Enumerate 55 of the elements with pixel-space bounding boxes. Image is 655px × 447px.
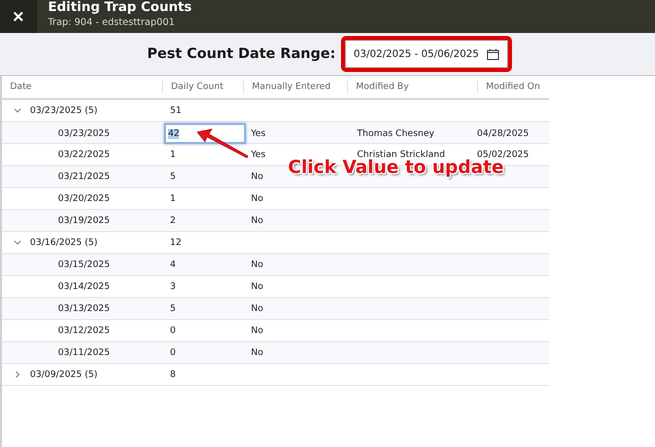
group-date: 03/16/2025 (5) [30, 238, 98, 248]
table-cell: Christian Strickland [357, 150, 446, 160]
count-cell[interactable]: 1 [170, 150, 176, 160]
count-input[interactable]: 42 [164, 123, 246, 144]
group-total: 51 [170, 106, 182, 116]
count-cell[interactable]: 2 [170, 216, 176, 226]
table-cell: No [251, 260, 264, 270]
close-button[interactable]: ✕ [0, 0, 37, 33]
count-cell[interactable]: 5 [170, 304, 176, 314]
table-cell: 03/12/2025 [58, 326, 110, 336]
count-cell[interactable]: 3 [170, 282, 176, 292]
calendar-icon [486, 48, 499, 60]
window-title: Editing Trap Counts [48, 2, 192, 14]
table-cell: 05/02/2025 [477, 150, 529, 160]
table-cell: 03/21/2025 [58, 172, 110, 182]
column-header: Daily Count [162, 81, 243, 93]
count-cell[interactable]: 0 [170, 348, 176, 358]
table-cell: No [251, 216, 264, 226]
table-cell: 03/19/2025 [58, 216, 110, 226]
group-total: 12 [170, 238, 182, 248]
table-cell: 03/13/2025 [58, 304, 110, 314]
table-cell: No [251, 326, 264, 336]
table-cell: No [251, 194, 264, 204]
table-cell: 03/23/2025 [58, 128, 110, 138]
count-cell[interactable]: 1 [170, 194, 176, 204]
column-header: Modified On [477, 81, 549, 93]
chevron-down-icon[interactable] [14, 239, 21, 246]
window-subtitle: Trap: 904 - edstesttrap001 [48, 17, 176, 28]
column-header: Date [9, 81, 33, 93]
group-date: 03/09/2025 (5) [30, 370, 98, 380]
table-cell: No [251, 172, 264, 182]
arrow-drawing [196, 128, 248, 158]
column-header: Modified By [347, 81, 477, 93]
table-cell: Thomas Chesney [357, 128, 434, 138]
table-cell: No [251, 304, 264, 314]
group-total: 8 [170, 370, 176, 380]
count-cell[interactable]: 4 [170, 260, 176, 270]
count-cell[interactable]: 5 [170, 172, 176, 182]
table-cell: No [251, 282, 264, 292]
filter-label: Pest Count Date Range: [147, 46, 336, 62]
table-cell: Yes [251, 128, 266, 138]
annotation-text: Click Value to update [288, 157, 504, 178]
table-cell: 03/11/2025 [58, 348, 110, 358]
table-cell: 03/14/2025 [58, 282, 110, 292]
table-cell: 04/28/2025 [477, 128, 529, 138]
count-cell[interactable]: 0 [170, 326, 176, 336]
chevron-right-icon[interactable] [14, 371, 21, 378]
table-cell: 03/20/2025 [58, 194, 110, 204]
chevron-down-icon[interactable] [14, 107, 21, 114]
table-cell: Yes [251, 150, 266, 160]
table-cell: No [251, 348, 264, 358]
column-header: Manually Entered [243, 81, 347, 93]
table-cell: 03/15/2025 [58, 260, 110, 270]
table-cell: 03/22/2025 [58, 150, 110, 160]
group-date: 03/23/2025 (5) [30, 106, 98, 116]
